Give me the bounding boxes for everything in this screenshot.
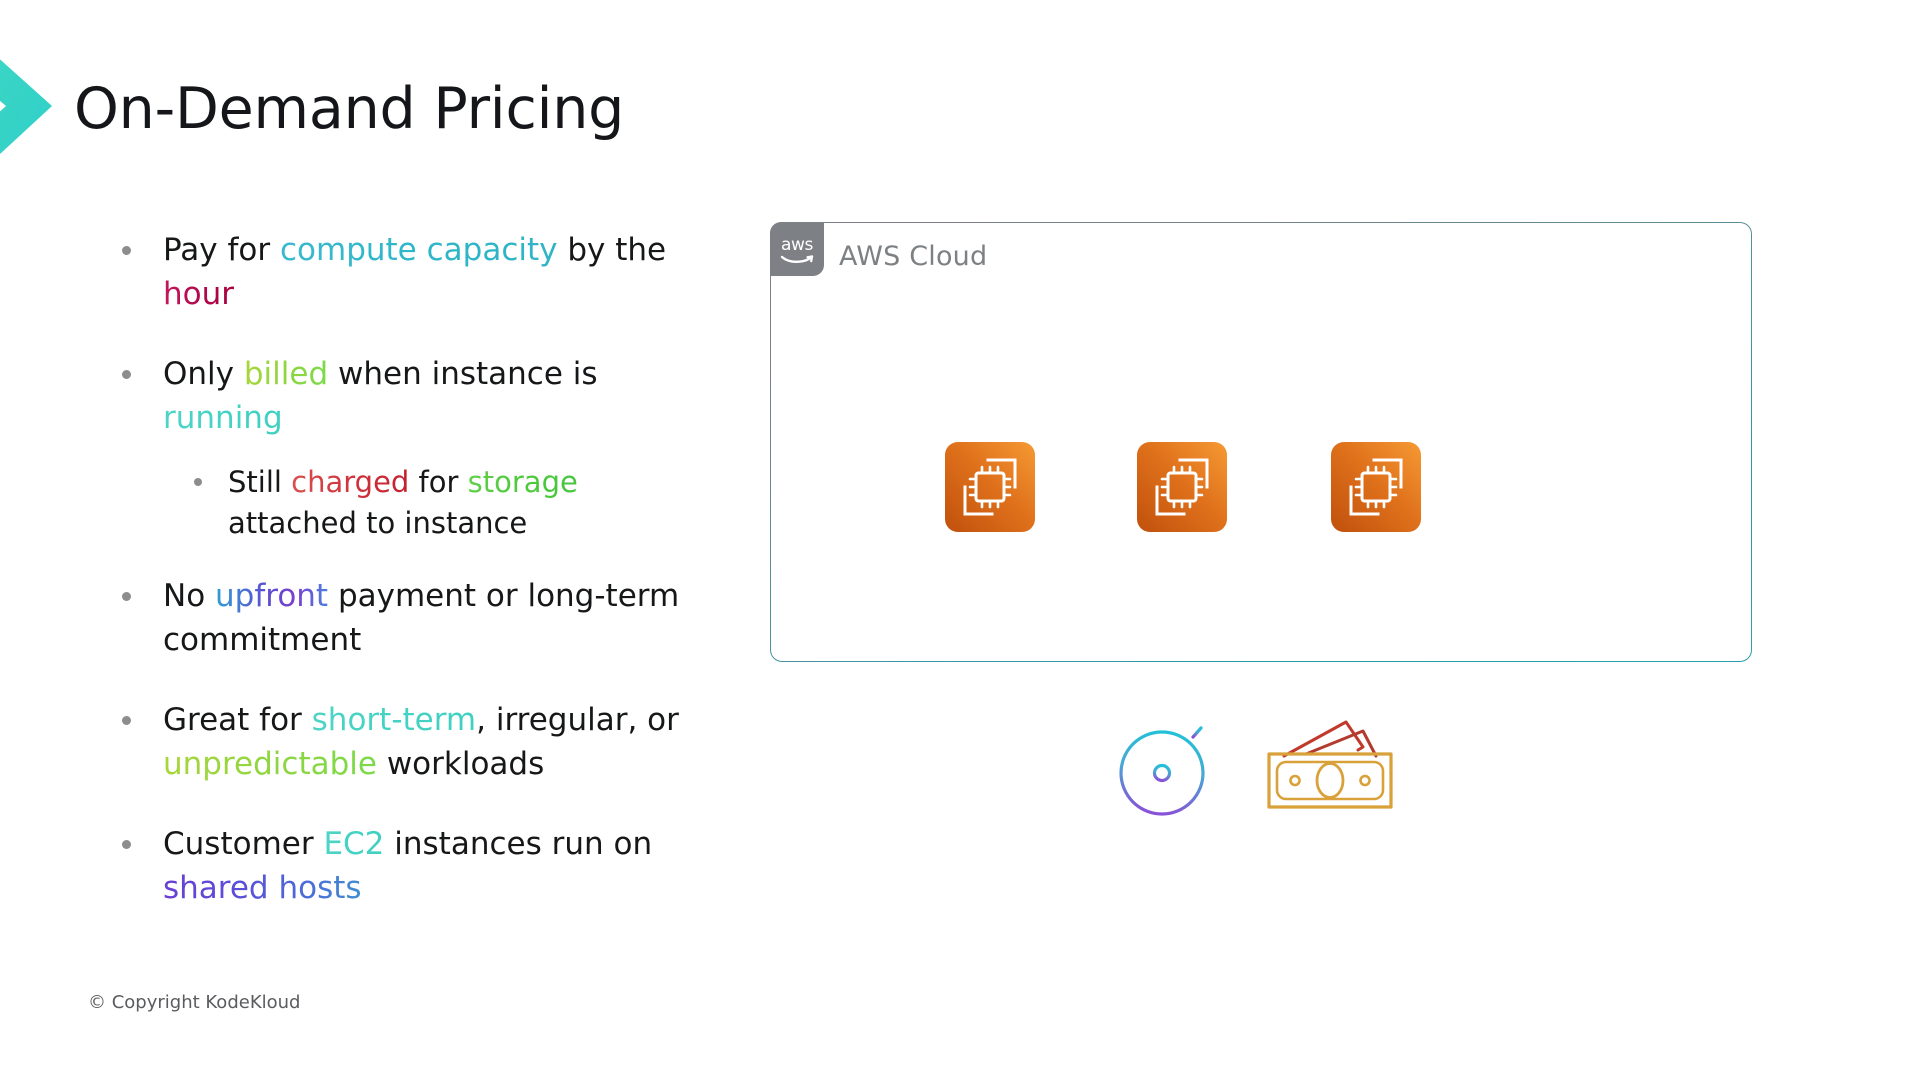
bullet-text: No upfront payment or long-term commitme…: [163, 574, 703, 662]
plain-text: , irregular, or: [476, 702, 679, 739]
highlighted-term: storage: [467, 465, 578, 500]
highlighted-term: compute capacity: [279, 232, 558, 268]
highlighted-term: shared hosts: [163, 870, 362, 907]
bullet-item: Pay for compute capacity by the hour: [122, 228, 722, 316]
aws-logo-icon: aws: [770, 222, 824, 276]
bullet-item: Customer EC2 instances run on shared hos…: [122, 822, 722, 910]
plain-text: workloads: [376, 746, 545, 783]
plain-text: by the: [557, 232, 667, 268]
aws-cloud-label: AWS Cloud: [839, 241, 988, 272]
svg-text:aws: aws: [781, 235, 814, 255]
plain-text: instances run on: [384, 826, 653, 863]
bullet-list: Pay for compute capacity by the hour Only…: [122, 228, 722, 947]
ec2-instance-icon[interactable]: [1331, 442, 1421, 532]
bullet-text: Still charged for storage attached to in…: [228, 462, 658, 544]
plain-text: No: [163, 578, 216, 615]
stopwatch-icon: [1119, 718, 1205, 816]
aws-cloud-group-box: aws AWS Cloud: [770, 222, 1752, 662]
sub-bullet-item: Still charged for storage attached to in…: [194, 462, 722, 544]
title-chevron-icon: [0, 59, 52, 154]
money-icon: [1267, 720, 1393, 809]
bullet-text: Pay for compute capacity by the hour: [163, 228, 703, 316]
plain-text: Great for: [163, 702, 312, 739]
plain-text: attached to instance: [228, 506, 528, 541]
highlighted-term: billed: [243, 356, 329, 393]
plain-text: when instance is: [328, 356, 598, 393]
ec2-instance-icon[interactable]: [945, 442, 1035, 532]
bullet-point-icon: [122, 246, 131, 255]
highlighted-term: short-term: [311, 702, 477, 739]
bullet-point-icon: [122, 716, 131, 726]
bullet-item: Only billed when instance is running: [122, 352, 722, 440]
plain-text: Customer: [163, 826, 324, 863]
bullet-text: Customer EC2 instances run on shared hos…: [163, 822, 703, 910]
bullet-item: Great for short-term, irregular, or unpr…: [122, 698, 722, 786]
plain-text: Still: [228, 465, 292, 500]
ec2-instance-icon[interactable]: [1137, 442, 1227, 532]
bullet-point-icon: [122, 592, 131, 602]
bullet-point-icon: [194, 478, 202, 487]
highlighted-term: charged: [291, 465, 410, 500]
copyright-text: © Copyright KodeKloud: [88, 992, 301, 1013]
page-title: On-Demand Pricing: [74, 76, 625, 142]
bullet-text: Only billed when instance is running: [163, 352, 703, 440]
plain-text: for: [409, 465, 468, 500]
bullet-point-icon: [122, 370, 131, 380]
highlighted-term: EC2: [323, 826, 385, 863]
highlighted-term: hour: [163, 276, 235, 313]
aws-cloud-group-inner: aws AWS Cloud: [770, 222, 1751, 661]
bullet-text: Great for short-term, irregular, or unpr…: [163, 698, 703, 786]
plain-text: Pay for: [163, 232, 280, 268]
highlighted-term: unpredictable: [163, 746, 377, 783]
bullet-item: No upfront payment or long-term commitme…: [122, 574, 722, 662]
bullet-point-icon: [122, 840, 131, 850]
highlighted-term: running: [163, 400, 283, 437]
plain-text: Only: [163, 356, 244, 393]
highlighted-term: upfront: [215, 578, 329, 615]
